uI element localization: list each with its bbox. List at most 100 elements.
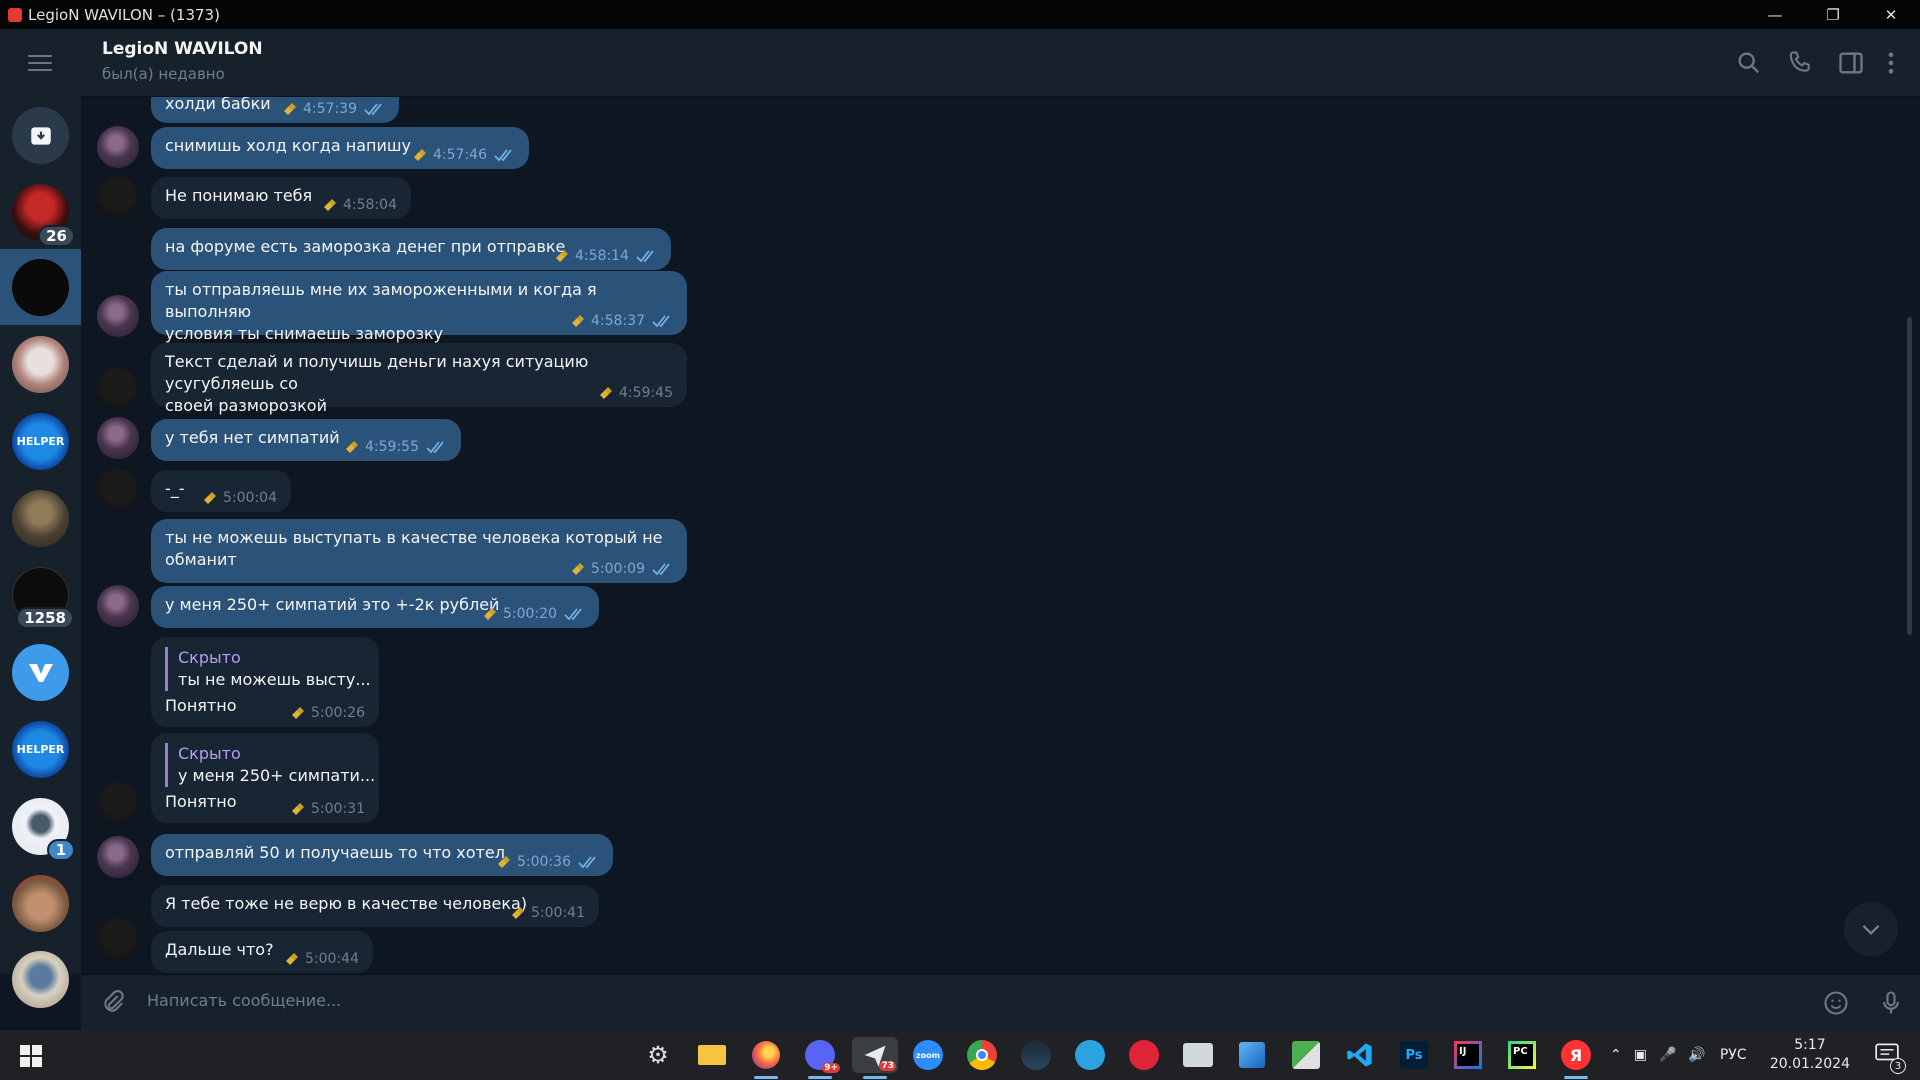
sender-avatar[interactable] <box>97 126 139 168</box>
phone-icon[interactable] <box>1786 49 1814 77</box>
sender-avatar[interactable] <box>97 836 139 878</box>
broom-icon <box>600 387 613 399</box>
microphone-tray-icon[interactable]: 🎤 <box>1659 1047 1676 1063</box>
message-bubble[interactable]: снимишь холд когда напишу 4:57:46 <box>151 127 529 169</box>
yandex-browser-icon[interactable]: Я <box>1558 1037 1594 1079</box>
message-meta: 5:00:20 <box>483 606 585 622</box>
photoshop-icon[interactable]: Ps <box>1396 1037 1432 1073</box>
sidebar-item-chat-7[interactable] <box>12 644 69 701</box>
telegram-icon[interactable] <box>1072 1037 1108 1073</box>
sidebar-item-netflix[interactable]: 26 <box>12 184 75 247</box>
firefox-icon[interactable] <box>748 1037 784 1079</box>
message-bubble[interactable]: отправляй 50 и получаешь то что хотел 5:… <box>151 834 613 876</box>
search-icon[interactable] <box>1735 49 1763 77</box>
vscode-icon[interactable] <box>1342 1037 1378 1073</box>
message-bubble[interactable]: -_- 5:00:04 <box>151 470 291 512</box>
broom-icon <box>346 441 359 453</box>
notification-center-icon[interactable]: 3 <box>1874 1042 1906 1074</box>
intellij-icon[interactable]: IJ <box>1450 1037 1486 1073</box>
scroll-to-bottom-button[interactable] <box>1844 902 1898 956</box>
window-controls: — ❐ ✕ <box>1746 0 1920 29</box>
read-check-icon <box>652 315 670 327</box>
message-input[interactable]: Написать сообщение... <box>147 991 341 1010</box>
microphone-icon[interactable] <box>1877 989 1905 1017</box>
discord-icon[interactable]: 9+ <box>802 1037 840 1079</box>
more-options-icon[interactable] <box>1877 49 1905 77</box>
photos-icon[interactable] <box>1180 1037 1216 1073</box>
sender-avatar[interactable] <box>97 918 139 960</box>
settings-gear-icon[interactable]: ⚙ <box>640 1037 676 1073</box>
close-button[interactable]: ✕ <box>1862 0 1920 29</box>
message-meta: 4:59:55 <box>345 439 447 455</box>
sidebar-item-vpn[interactable]: 1258 <box>12 567 74 629</box>
broom-icon <box>284 103 297 115</box>
sidebar-item-helper[interactable]: HELPER <box>12 413 69 470</box>
reply-message-bubble[interactable]: Скрыто ты не можешь высту... Понятно 5:0… <box>151 637 379 727</box>
message-bubble[interactable]: у тебя нет симпатий 4:59:55 <box>151 419 461 461</box>
steam-icon[interactable] <box>1018 1037 1054 1073</box>
read-check-icon <box>652 563 670 575</box>
sidebar-item-chat-11[interactable] <box>12 951 69 1008</box>
message-bubble[interactable]: Я тебе тоже не верю в качестве человека)… <box>151 885 599 927</box>
message-bubble[interactable]: Текст сделай и получишь деньги нахуя сит… <box>151 343 687 415</box>
restore-button[interactable]: ❐ <box>1804 0 1862 29</box>
sender-avatar[interactable] <box>97 417 139 459</box>
sender-avatar[interactable] <box>97 468 139 510</box>
sidebar-item-chat-10[interactable] <box>12 875 69 932</box>
message-meta: 5:00:36 <box>497 854 599 870</box>
message-meta: 5:00:31 <box>291 801 365 817</box>
minimize-button[interactable]: — <box>1746 0 1804 29</box>
paperclip-icon[interactable] <box>99 989 127 1017</box>
sender-avatar[interactable] <box>97 585 139 627</box>
zoom-icon[interactable]: zoom <box>910 1037 946 1073</box>
message-text: ты отправляешь мне их замороженными и ко… <box>165 280 597 343</box>
file-explorer-icon[interactable] <box>694 1037 730 1073</box>
message-bubble[interactable]: Дальше что? 5:00:44 <box>151 931 373 973</box>
message-bubble[interactable]: на форуме есть заморозка денег при отпра… <box>151 228 671 270</box>
sender-avatar[interactable] <box>97 782 139 824</box>
windows-start-icon[interactable] <box>20 1045 42 1067</box>
sidebar-item-chat-3[interactable] <box>12 336 69 393</box>
message-list[interactable]: холди бабки 4:57:39 снимишь холд когда н… <box>81 97 1920 974</box>
sidebar-item-active-chat[interactable] <box>12 259 69 316</box>
message-meta: 5:00:41 <box>511 905 585 921</box>
sender-avatar[interactable] <box>97 176 139 218</box>
reply-quote[interactable]: Скрыто ты не можешь высту... <box>165 647 371 691</box>
scrollbar[interactable] <box>1907 317 1912 635</box>
display-icon[interactable]: ▣ <box>1634 1047 1647 1063</box>
sender-avatar[interactable] <box>97 295 139 337</box>
sidebar-item-chat-9[interactable]: 1 <box>12 798 75 861</box>
sidebar-item-archive[interactable] <box>12 107 69 164</box>
sender-avatar[interactable] <box>97 367 139 409</box>
translate-icon[interactable] <box>1288 1037 1324 1073</box>
telegram-active-icon[interactable]: 73 <box>852 1037 898 1079</box>
message-time: 4:57:39 <box>303 101 357 117</box>
network-tool-icon[interactable] <box>1234 1037 1270 1073</box>
message-text: отправляй 50 и получаешь то что хотел <box>165 843 505 862</box>
message-bubble[interactable]: ты не можешь выступать в качестве челове… <box>151 519 687 583</box>
emoji-icon[interactable] <box>1822 989 1850 1017</box>
menu-icon[interactable] <box>28 55 52 71</box>
adobe-icon[interactable] <box>1126 1037 1162 1073</box>
sidebar-toggle-icon[interactable] <box>1837 49 1865 77</box>
language-indicator[interactable]: РУС <box>1720 1047 1747 1063</box>
system-clock[interactable]: 5:17 20.01.2024 <box>1770 1036 1850 1074</box>
tray-expand-icon[interactable]: ⌃ <box>1610 1047 1622 1063</box>
chrome-icon[interactable] <box>964 1037 1000 1073</box>
pycharm-icon[interactable]: PC <box>1504 1037 1540 1073</box>
broom-icon <box>572 315 585 327</box>
reply-author: Скрыто <box>178 648 241 667</box>
message-bubble[interactable]: ты отправляешь мне их замороженными и ко… <box>151 271 687 343</box>
reply-message-bubble[interactable]: Скрыто у меня 250+ симпати... Понятно 5:… <box>151 733 379 823</box>
notification-count: 3 <box>1890 1058 1906 1074</box>
message-bubble[interactable]: у меня 250+ симпатий это +-2к рублей 5:0… <box>151 586 599 628</box>
volume-icon[interactable]: 🔊 <box>1688 1047 1705 1063</box>
reply-quote[interactable]: Скрыто у меня 250+ симпати... <box>165 743 375 787</box>
message-bubble[interactable]: холди бабки 4:57:39 <box>151 97 399 123</box>
message-bubble[interactable]: Не понимаю тебя 4:58:04 <box>151 177 411 219</box>
sidebar-item-helper-2[interactable]: HELPER <box>12 721 69 778</box>
sidebar-item-chat-5[interactable] <box>12 490 69 547</box>
chat-title[interactable]: LegioN WAVILON <box>102 39 263 59</box>
broom-icon <box>414 149 427 161</box>
read-check-icon <box>494 149 512 161</box>
